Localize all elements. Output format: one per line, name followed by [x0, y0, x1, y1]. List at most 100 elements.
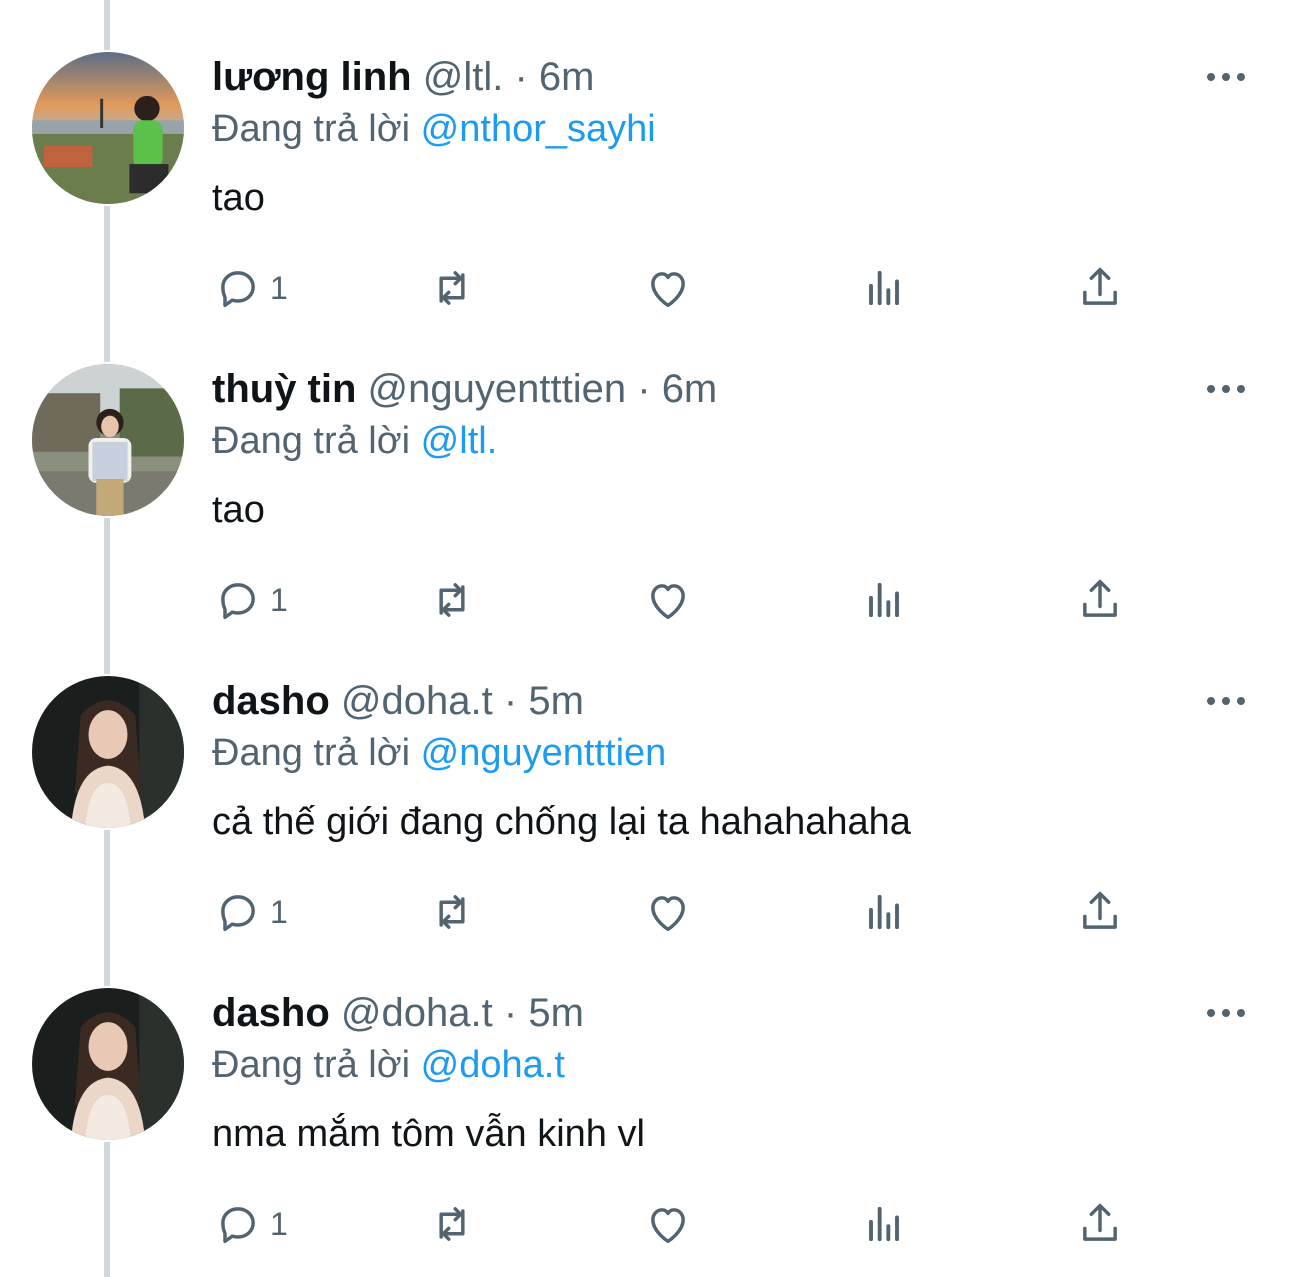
avatar-girl-night-icon	[32, 988, 184, 1140]
share-icon	[1083, 579, 1117, 617]
share-button[interactable]	[1074, 574, 1126, 626]
reply-icon	[221, 583, 255, 620]
more-icon	[1207, 73, 1245, 81]
like-icon	[651, 584, 685, 620]
retweet-button[interactable]	[426, 262, 478, 314]
separator: ·	[503, 679, 518, 723]
reply-prefix: Đang trả lời	[212, 1044, 411, 1086]
like-icon	[651, 1208, 685, 1244]
more-icon	[1207, 1009, 1245, 1017]
retweet-icon	[439, 895, 465, 929]
tweet[interactable]: dasho @doha.t · 5m Đang trả lời @doha.t …	[0, 936, 1290, 1248]
display-name[interactable]: lương linh	[212, 55, 412, 99]
reply-count: 1	[270, 893, 288, 930]
avatar-girl-night-icon	[32, 676, 184, 828]
like-button[interactable]	[642, 1198, 694, 1250]
more-button[interactable]	[1204, 688, 1248, 714]
reply-prefix: Đang trả lời	[212, 732, 411, 774]
timestamp[interactable]: 5m	[528, 679, 584, 723]
display-name[interactable]: dasho	[212, 679, 330, 723]
retweet-icon	[439, 583, 465, 617]
share-button[interactable]	[1074, 886, 1126, 938]
retweet-button[interactable]	[426, 1198, 478, 1250]
reply-prefix: Đang trả lời	[212, 420, 411, 462]
handle[interactable]: @doha.t	[341, 991, 493, 1035]
reply-context: Đang trả lời @nguyentttien	[212, 730, 666, 776]
avatar[interactable]	[30, 986, 186, 1142]
reply-mention[interactable]: @nthor_sayhi	[421, 108, 656, 150]
share-icon	[1083, 891, 1117, 929]
handle[interactable]: @nguyentttien	[368, 367, 627, 411]
reply-mention[interactable]: @ltl.	[421, 420, 498, 462]
more-icon	[1207, 697, 1245, 705]
reply-icon	[221, 271, 255, 308]
retweet-button[interactable]	[426, 886, 478, 938]
display-name[interactable]: dasho	[212, 991, 330, 1035]
reply-button[interactable]: 1	[212, 886, 288, 938]
reply-button[interactable]: 1	[212, 1198, 288, 1250]
tweet-text: tao	[212, 177, 265, 219]
share-icon	[1083, 1203, 1117, 1241]
reply-count: 1	[270, 1205, 288, 1242]
views-button[interactable]	[858, 262, 910, 314]
tweet[interactable]: lương linh @ltl. · 6m Đang trả lời @ntho…	[0, 0, 1290, 312]
like-button[interactable]	[642, 262, 694, 314]
retweet-icon	[439, 1207, 465, 1241]
reply-context: Đang trả lời @doha.t	[212, 1042, 565, 1088]
reply-count: 1	[270, 269, 288, 306]
separator: ·	[637, 367, 651, 411]
views-icon	[869, 1206, 899, 1242]
views-button[interactable]	[858, 1198, 910, 1250]
timestamp[interactable]: 5m	[528, 991, 584, 1035]
action-bar: 1	[212, 262, 1152, 314]
views-button[interactable]	[858, 886, 910, 938]
reply-icon	[221, 895, 255, 932]
like-button[interactable]	[642, 574, 694, 626]
like-icon	[651, 896, 685, 932]
separator: ·	[514, 55, 528, 99]
views-icon	[869, 582, 899, 618]
separator: ·	[503, 991, 518, 1035]
avatar[interactable]	[30, 50, 186, 206]
views-icon	[869, 894, 899, 930]
tweet[interactable]: thuỳ tin @nguyentttien · 6m Đang trả lời…	[0, 312, 1290, 624]
avatar-girl-outdoor-icon	[32, 364, 184, 516]
share-button[interactable]	[1074, 1198, 1126, 1250]
share-icon	[1083, 267, 1117, 305]
more-button[interactable]	[1204, 376, 1248, 402]
tweet-text: tao	[212, 489, 265, 531]
avatar[interactable]	[30, 674, 186, 830]
share-button[interactable]	[1074, 262, 1126, 314]
tweet[interactable]: dasho @doha.t · 5m Đang trả lời @nguyent…	[0, 624, 1290, 936]
reply-button[interactable]: 1	[212, 574, 288, 626]
handle[interactable]: @ltl.	[423, 55, 504, 99]
reply-context: Đang trả lời @nthor_sayhi	[212, 106, 656, 152]
action-bar: 1	[212, 574, 1152, 626]
timestamp[interactable]: 6m	[662, 367, 718, 411]
views-button[interactable]	[858, 574, 910, 626]
reply-mention[interactable]: @doha.t	[421, 1044, 565, 1086]
more-button[interactable]	[1204, 64, 1248, 90]
reply-count: 1	[270, 581, 288, 618]
views-icon	[869, 270, 899, 306]
avatar-sunset-picnic-icon	[32, 52, 184, 204]
like-icon	[651, 272, 685, 308]
reply-button[interactable]: 1	[212, 262, 288, 314]
handle[interactable]: @doha.t	[341, 679, 493, 723]
reply-context: Đang trả lời @ltl.	[212, 418, 497, 464]
tweet-text: nma mắm tôm vẫn kinh vl	[212, 1113, 645, 1155]
retweet-icon	[439, 271, 465, 305]
action-bar: 1	[212, 1198, 1152, 1250]
reply-prefix: Đang trả lời	[212, 108, 411, 150]
timestamp[interactable]: 6m	[539, 55, 595, 99]
more-icon	[1207, 385, 1245, 393]
more-button[interactable]	[1204, 1000, 1248, 1026]
avatar[interactable]	[30, 362, 186, 518]
action-bar: 1	[212, 886, 1152, 938]
like-button[interactable]	[642, 886, 694, 938]
retweet-button[interactable]	[426, 574, 478, 626]
reply-icon	[221, 1207, 255, 1244]
display-name[interactable]: thuỳ tin	[212, 367, 356, 411]
tweet-text: cả thế giới đang chống lại ta hahahahaha	[212, 801, 911, 843]
reply-mention[interactable]: @nguyentttien	[421, 732, 667, 774]
